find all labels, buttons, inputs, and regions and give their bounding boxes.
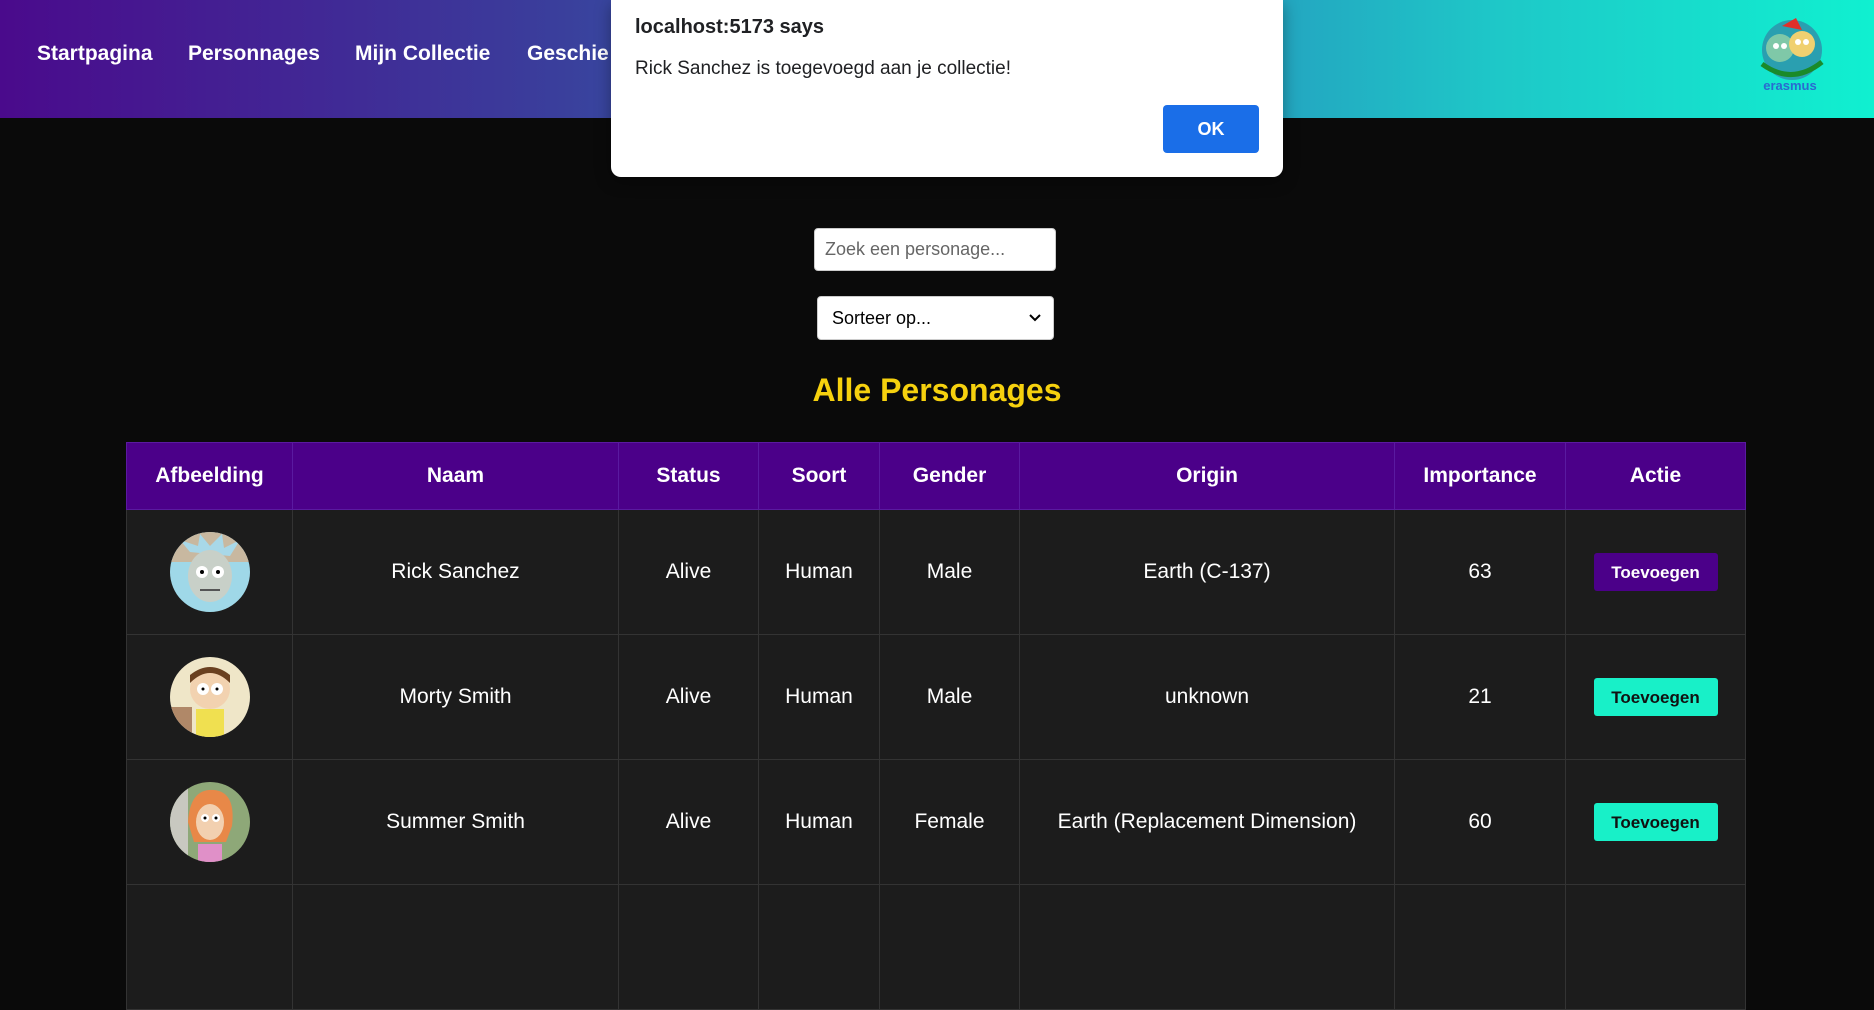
header-actie: Actie <box>1565 442 1746 510</box>
sort-select-value: Sorteer op... <box>832 307 932 328</box>
erasmus-logo[interactable]: erasmus <box>1752 14 1828 98</box>
cell-importance: 63 <box>1394 509 1566 635</box>
add-to-collection-button[interactable]: Toevoegen <box>1593 678 1718 716</box>
avatar <box>169 657 250 737</box>
cell-species: Human <box>758 634 880 760</box>
header-origin: Origin <box>1019 442 1395 510</box>
cell-species: Human <box>758 509 880 635</box>
table-header-row: Afbeelding Naam Status Soort Gender Orig… <box>126 442 1746 510</box>
cell-gender <box>879 884 1020 1010</box>
header-soort: Soort <box>758 442 880 510</box>
table-row: Summer Smith Alive Human Female Earth (R… <box>126 759 1746 885</box>
header-importance: Importance <box>1394 442 1566 510</box>
cell-origin: Earth (C-137) <box>1019 509 1395 635</box>
dialog-title: localhost:5173 says <box>635 16 824 38</box>
avatar-cell <box>126 634 293 760</box>
cell-gender: Male <box>879 509 1020 635</box>
cell-species <box>758 884 880 1010</box>
nav-link-startpagina[interactable]: Startpagina <box>37 42 153 66</box>
header-status: Status <box>618 442 759 510</box>
section-title: Alle Personages <box>812 372 1062 408</box>
cell-importance: 21 <box>1394 634 1566 760</box>
logo-text: erasmus <box>1763 78 1816 93</box>
ok-button[interactable]: OK <box>1163 105 1259 153</box>
search-input[interactable] <box>814 228 1056 271</box>
cell-name: Morty Smith <box>292 634 619 760</box>
chevron-down-icon <box>1029 314 1041 322</box>
table-row: Rick Sanchez Alive Human Male Earth (C-1… <box>126 509 1746 635</box>
avatar-cell <box>126 759 293 885</box>
dialog-message: Rick Sanchez is toegevoegd aan je collec… <box>635 58 1012 79</box>
header-gender: Gender <box>879 442 1020 510</box>
cell-origin: unknown <box>1019 634 1395 760</box>
avatar-cell <box>126 884 293 1010</box>
cell-name: Rick Sanchez <box>292 509 619 635</box>
add-to-collection-button[interactable]: Toevoegen <box>1593 553 1718 591</box>
cell-name <box>292 884 619 1010</box>
cell-name: Summer Smith <box>292 759 619 885</box>
alert-dialog: localhost:5173 says Rick Sanchez is toeg… <box>611 0 1283 177</box>
avatar <box>169 782 250 862</box>
nav-link-geschiedenis[interactable]: Geschie <box>527 42 609 66</box>
cell-action: Toevoegen <box>1565 759 1746 885</box>
cell-action: Toevoegen <box>1565 634 1746 760</box>
cell-action <box>1565 884 1746 1010</box>
table-row <box>126 884 1746 1010</box>
add-to-collection-button[interactable]: Toevoegen <box>1593 803 1718 841</box>
cell-origin: Earth (Replacement Dimension) <box>1019 759 1395 885</box>
cell-status: Alive <box>618 759 759 885</box>
nav-link-personnages[interactable]: Personnages <box>188 42 320 66</box>
cell-status: Alive <box>618 509 759 635</box>
cell-status: Alive <box>618 634 759 760</box>
cell-gender: Female <box>879 759 1020 885</box>
cell-status <box>618 884 759 1010</box>
cell-importance <box>1394 884 1566 1010</box>
characters-table: Afbeelding Naam Status Soort Gender Orig… <box>126 442 1746 1010</box>
avatar <box>169 532 250 612</box>
cell-action: Toevoegen <box>1565 509 1746 635</box>
cell-origin <box>1019 884 1395 1010</box>
header-afbeelding: Afbeelding <box>126 442 293 510</box>
nav-link-mijn-collectie[interactable]: Mijn Collectie <box>355 42 490 66</box>
cell-species: Human <box>758 759 880 885</box>
cell-importance: 60 <box>1394 759 1566 885</box>
sort-select[interactable]: Sorteer op... <box>817 296 1054 340</box>
avatar-cell <box>126 509 293 635</box>
table-row: Morty Smith Alive Human Male unknown 21 … <box>126 634 1746 760</box>
header-naam: Naam <box>292 442 619 510</box>
cell-gender: Male <box>879 634 1020 760</box>
